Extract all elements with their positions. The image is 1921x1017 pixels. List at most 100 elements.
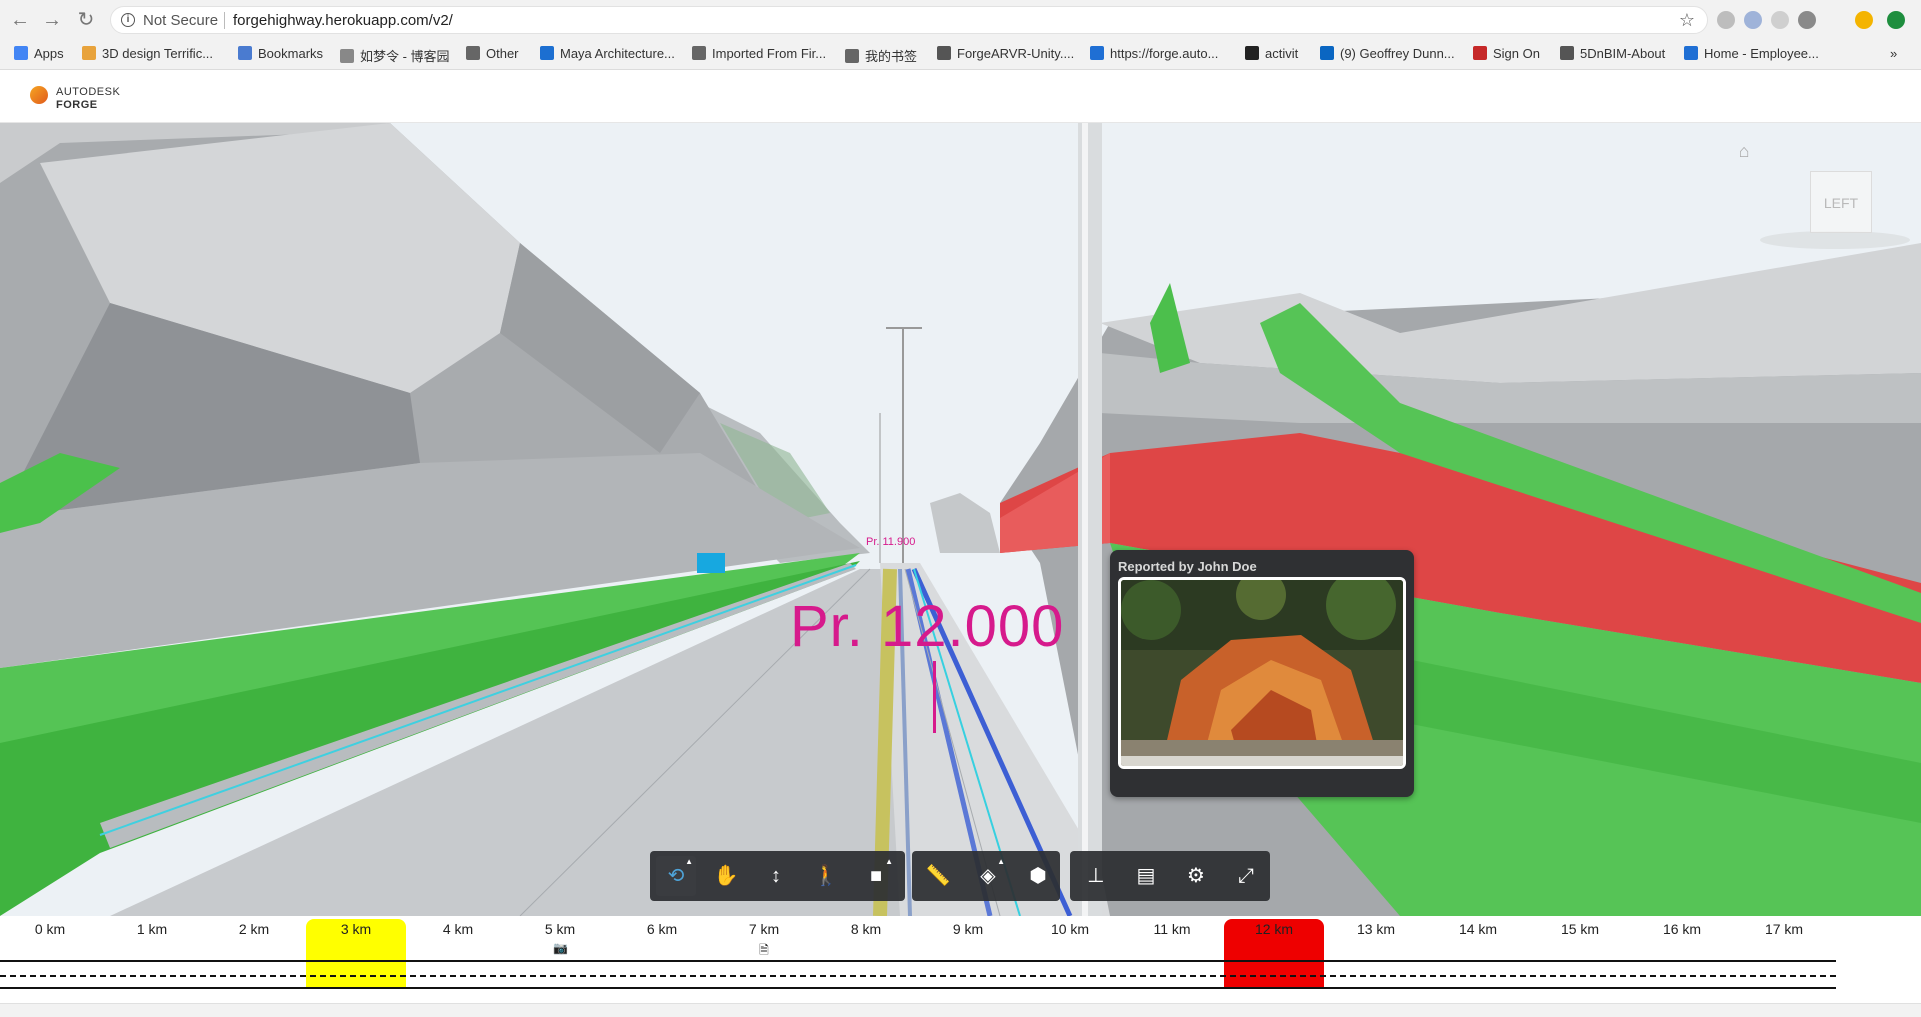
timeline-km-label[interactable]: 4 km [418, 921, 498, 937]
orbit-tool[interactable]: ⟲ ▲ [656, 856, 696, 896]
home-view-icon[interactable]: ⌂ [1733, 141, 1755, 163]
chainage-timeline[interactable]: 0 km 1 km 2 km 3 km 4 km 5 km 6 km 7 km 8 km 9 km… [0, 916, 1921, 1003]
section-tool[interactable]: ◈ ▲ [968, 856, 1008, 896]
url-text[interactable]: forgehighway.herokuapp.com/v2/ [233, 12, 453, 29]
extension-icon[interactable] [1717, 11, 1735, 29]
browser-toolbar: ← → ↻ i Not Secure forgehighway.herokuap… [0, 0, 1921, 40]
bookmark-item[interactable]: Imported From Fir... [692, 46, 826, 61]
bookmark-favicon-icon [1245, 46, 1259, 60]
bookmark-item[interactable]: activit [1245, 46, 1298, 61]
settings-tool[interactable]: ⚙ [1176, 856, 1216, 896]
bookmark-favicon-icon [82, 46, 96, 60]
landslide-photo[interactable] [1118, 577, 1406, 769]
timeline-km-label[interactable]: 2 km [214, 921, 294, 937]
station-marker-far: Pr. 11.900 [866, 536, 916, 548]
bookmark-item[interactable]: 如梦令 - 博客园 [340, 46, 450, 65]
timeline-km-label[interactable]: 14 km [1438, 921, 1518, 937]
first-person-tool[interactable]: 🚶 [806, 856, 846, 896]
timeline-bottom-rail [0, 987, 1836, 989]
timeline-km-label[interactable]: 16 km [1642, 921, 1722, 937]
timeline-km-label[interactable]: 9 km [928, 921, 1008, 937]
bookmark-favicon-icon [845, 49, 859, 63]
timeline-km-label[interactable]: 17 km [1744, 921, 1824, 937]
divider [224, 12, 225, 29]
extension-icon[interactable] [1771, 11, 1789, 29]
timeline-km-label[interactable]: 12 km [1234, 921, 1314, 937]
bookmark-item[interactable]: Apps [14, 46, 64, 61]
bookmark-item[interactable]: 我的书签 [845, 46, 917, 65]
timeline-top-rail [0, 960, 1836, 962]
profile-avatar[interactable] [1855, 11, 1873, 29]
timeline-km-label[interactable]: 7 km [724, 921, 804, 937]
bookmark-item[interactable]: Bookmarks [238, 46, 323, 61]
timeline-km-label[interactable]: 5 km [520, 921, 600, 937]
bookmark-item[interactable]: Sign On [1473, 46, 1540, 61]
camera-tool[interactable]: ■ ▲ [856, 856, 896, 896]
bookmark-label: 3D design Terrific... [102, 46, 214, 61]
pan-tool[interactable]: ✋ [706, 856, 746, 896]
address-bar[interactable]: i Not Secure forgehighway.herokuapp.com/… [110, 6, 1708, 34]
timeline-km-label[interactable]: 10 km [1030, 921, 1110, 937]
properties-tool[interactable]: ▤ [1126, 856, 1166, 896]
bookmark-label: 如梦令 - 博客园 [360, 49, 450, 64]
bookmark-item[interactable]: https://forge.auto... [1090, 46, 1218, 61]
bookmark-item[interactable]: 5DnBIM-About [1560, 46, 1665, 61]
bookmark-label: Bookmarks [258, 46, 324, 61]
station-marker-label[interactable]: Pr. 12.000 [790, 593, 1064, 660]
section-box-icon: ◈ [980, 865, 996, 887]
bookmark-item[interactable]: (9) Geoffrey Dunn... [1320, 46, 1455, 61]
bookmark-favicon-icon [540, 46, 554, 60]
camera-icon[interactable]: 📷 [553, 941, 568, 955]
bookmark-item[interactable]: Other [466, 46, 519, 61]
station-marker-pointer [933, 661, 936, 733]
bookmark-star-icon[interactable]: ☆ [1679, 10, 1695, 31]
timeline-km-label[interactable]: 15 km [1540, 921, 1620, 937]
timeline-km-label[interactable]: 11 km [1132, 921, 1212, 937]
bookmark-favicon-icon [14, 46, 28, 60]
bookmark-favicon-icon [1560, 46, 1574, 60]
extension-icon[interactable] [1798, 11, 1816, 29]
timeline-centerline [0, 975, 1836, 977]
properties-icon: ▤ [1136, 865, 1156, 887]
tree-icon: ⊥ [1087, 865, 1105, 887]
forward-arrow-icon[interactable]: → [40, 8, 64, 32]
issue-report-popup[interactable]: Reported by John Doe [1110, 550, 1414, 797]
explode-tool[interactable]: ⬢ [1018, 856, 1058, 896]
bookmarks-overflow-icon[interactable]: » [1890, 46, 1897, 61]
timeline-km-label[interactable]: 1 km [112, 921, 192, 937]
bookmarks-bar: Apps 3D design Terrific... Bookmarks 如梦令 - … [0, 40, 1921, 70]
bookmark-favicon-icon [238, 46, 252, 60]
timeline-km-label[interactable]: 6 km [622, 921, 702, 937]
highway-scene [0, 123, 1921, 916]
modeling-toolbar: 📏 ◈ ▲ ⬢ [912, 851, 1060, 901]
camera-icon: ■ [869, 865, 883, 887]
timeline-km-label[interactable]: 3 km [316, 921, 396, 937]
reload-icon[interactable]: ↻ [74, 8, 98, 32]
zoom-tool[interactable]: ↕ [756, 856, 796, 896]
viewcube[interactable]: LEFT [1810, 171, 1872, 233]
bookmark-item[interactable]: ForgeARVR-Unity.... [937, 46, 1074, 61]
model-browser-tool[interactable]: ⊥ [1076, 856, 1116, 896]
vertical-arrows-icon: ↕ [771, 865, 781, 887]
bookmark-item[interactable]: Home - Employee... [1684, 46, 1819, 61]
3d-viewer-canvas[interactable]: Pr. 11.900 Pr. 12.000 ⌂ LEFT Reported by… [0, 123, 1921, 916]
extension-icon[interactable] [1744, 11, 1762, 29]
bookmark-item[interactable]: 3D design Terrific... [82, 46, 213, 61]
bookmark-label: Apps [34, 46, 64, 61]
back-arrow-icon[interactable]: ← [8, 8, 32, 32]
fullscreen-icon: ⤢ [1238, 865, 1254, 887]
update-icon[interactable] [1887, 11, 1905, 29]
timeline-km-label[interactable]: 0 km [10, 921, 90, 937]
timeline-km-label[interactable]: 8 km [826, 921, 906, 937]
timeline-km-label[interactable]: 13 km [1336, 921, 1416, 937]
product-name: FORGE [56, 99, 98, 111]
flyout-indicator-icon: ▲ [997, 857, 1005, 866]
measure-tool[interactable]: 📏 [918, 856, 958, 896]
bookmark-favicon-icon [1320, 46, 1334, 60]
bookmark-item[interactable]: Maya Architecture... [540, 46, 675, 61]
info-icon[interactable]: i [121, 13, 135, 27]
bookmark-favicon-icon [937, 46, 951, 60]
app-header: AUTODESK FORGE [0, 71, 1921, 123]
fullscreen-tool[interactable]: ⤢ [1226, 856, 1266, 896]
document-icon[interactable]: 🗎 [757, 941, 771, 962]
